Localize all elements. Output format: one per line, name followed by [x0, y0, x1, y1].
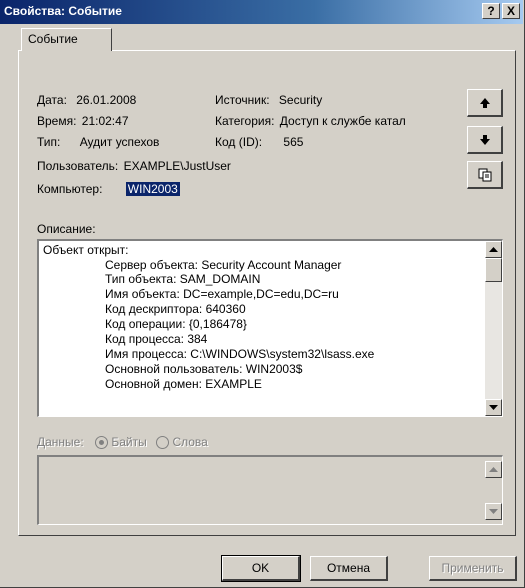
type-label: Тип: [37, 135, 61, 149]
user-label: Пользователь: [37, 159, 119, 173]
scroll-down-button[interactable] [485, 399, 502, 416]
data-scrollbar[interactable] [485, 457, 502, 524]
description-line: Объект открыт: [43, 243, 129, 257]
data-scroll-down-button[interactable] [485, 503, 502, 520]
copy-icon [478, 168, 491, 181]
words-radio[interactable]: Слова [156, 435, 208, 450]
source-value: Security [278, 93, 323, 107]
window-title: Свойства: Событие [4, 4, 122, 18]
time-label: Время: [37, 114, 77, 128]
tab-event-label: Событие [28, 32, 78, 46]
id-row: Код (ID): 565 [215, 135, 303, 149]
type-row: Тип: Аудит успехов [37, 135, 159, 149]
scroll-thumb[interactable] [485, 258, 502, 282]
description-line: Имя процесса: C:\WINDOWS\system32\lsass.… [105, 347, 375, 361]
computer-value[interactable]: WIN2003 [125, 182, 180, 196]
source-label: Источник: [215, 93, 270, 107]
event-properties-dialog: Свойства: Событие ? X Событие Дата: 26.0… [0, 0, 525, 588]
date-label: Дата: [37, 93, 67, 107]
bytes-radio-circle [95, 436, 109, 450]
description-line: Код дескриптора: 640360 [105, 302, 246, 316]
description-line: Сервер объекта: Security Account Manager [105, 258, 342, 272]
next-event-button[interactable] [467, 126, 503, 154]
id-label: Код (ID): [215, 135, 263, 149]
description-label: Описание: [37, 222, 96, 236]
ok-button[interactable]: OK [221, 555, 301, 582]
description-line: Тип объекта: SAM_DOMAIN [105, 272, 261, 286]
scroll-up-icon [489, 466, 498, 472]
description-line: Код процесса: 384 [105, 332, 208, 346]
apply-button[interactable]: Применить [429, 556, 517, 581]
user-row: Пользователь: EXAMPLE\JustUser [37, 159, 231, 173]
data-textbox[interactable] [37, 455, 503, 525]
computer-row: Компьютер: WIN2003 [37, 182, 180, 196]
user-value: EXAMPLE\JustUser [123, 159, 231, 173]
id-value: 565 [283, 135, 304, 149]
category-value: Доступ к службе катал [279, 114, 406, 128]
scroll-down-icon [489, 404, 498, 410]
data-scroll-up-button[interactable] [485, 461, 502, 478]
copy-button[interactable] [467, 161, 503, 189]
close-button[interactable]: X [502, 3, 520, 19]
type-value: Аудит успехов [79, 135, 160, 149]
data-label: Данные: [37, 435, 84, 449]
data-row: Данные: Байты Слова [37, 435, 208, 450]
description-line: Имя объекта: DC=example,DC=edu,DC=ru [105, 287, 339, 301]
category-row: Категория: Доступ к службе катал [215, 114, 406, 128]
bytes-radio[interactable]: Байты [95, 435, 150, 450]
words-radio-circle [156, 436, 170, 450]
description-textbox[interactable]: Объект открыт: Сервер объекта: Security … [37, 239, 503, 417]
description-line: Код операции: {0,186478} [105, 317, 247, 331]
scroll-up-icon [489, 246, 498, 252]
time-row: Время: 21:02:47 [37, 114, 129, 128]
description-line: Основной пользователь: WIN2003$ [105, 362, 303, 376]
cancel-button[interactable]: Отмена [310, 556, 388, 581]
date-row: Дата: 26.01.2008 [37, 93, 136, 107]
scroll-up-button[interactable] [485, 241, 502, 258]
words-radio-label: Слова [172, 435, 208, 449]
description-line: Основной домен: EXAMPLE [105, 377, 262, 391]
description-scrollbar[interactable] [485, 241, 502, 416]
bytes-radio-label: Байты [111, 435, 147, 449]
category-label: Категория: [215, 114, 275, 128]
computer-label: Компьютер: [37, 182, 103, 196]
previous-event-button[interactable] [467, 89, 503, 117]
scroll-down-icon [489, 508, 498, 514]
arrow-up-icon [479, 97, 490, 108]
time-value: 21:02:47 [81, 114, 129, 128]
date-value: 26.01.2008 [76, 93, 137, 107]
tab-event[interactable]: Событие [21, 28, 112, 51]
tab-panel: Дата: 26.01.2008 Время: 21:02:47 Тип: Ау… [18, 50, 516, 536]
source-row: Источник: Security [215, 93, 322, 107]
arrow-down-icon [479, 134, 490, 145]
title-bar: Свойства: Событие ? X [0, 0, 523, 24]
help-button[interactable]: ? [482, 3, 500, 19]
